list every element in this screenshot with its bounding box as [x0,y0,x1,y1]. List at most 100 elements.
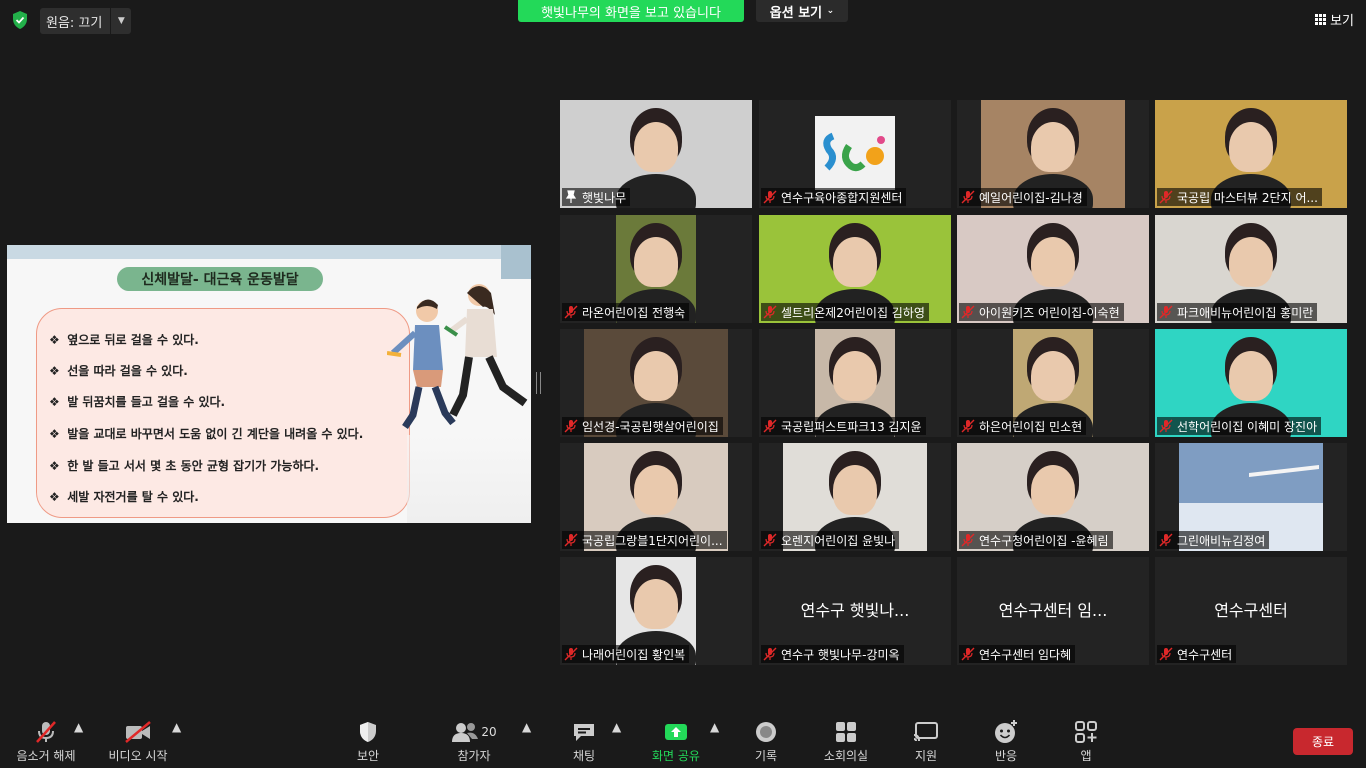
breakout-rooms-button[interactable]: 소회의실 [818,720,874,764]
share-screen-button[interactable]: 화면 공유 [646,720,706,764]
participant-name: 셀트리온제2어린이집 김하영 [781,305,925,320]
microphone-muted-icon [1159,647,1173,661]
apps-label: 앱 [1080,749,1092,763]
participant-name: 연수구청어린이집 -윤혜림 [979,533,1109,548]
microphone-muted-icon [1159,533,1173,547]
participant-name-tag: 연수구센터 임다혜 [959,645,1076,663]
participants-icon [452,723,479,742]
participants-options-caret[interactable]: ▲ [522,720,531,734]
start-video-button[interactable]: 비디오 시작 [104,720,172,764]
participant-name: 햇빛나무 [582,190,627,205]
security-button[interactable]: 보안 [344,720,392,764]
participant-name: 연수구센터 임다혜 [979,647,1072,662]
slide-bullet: ❖ 발 뒤꿈치를 들고 걸을 수 있다. [49,395,226,409]
microphone-muted-icon [961,419,975,433]
security-shield-icon[interactable] [10,10,30,30]
participant-name-tag: 오렌지어린이집 윤빛나 [761,531,900,549]
microphone-muted-icon [564,419,578,433]
participant-name-tag: 임선경-국공립햇살어린이집 [562,417,723,435]
resize-handle[interactable] [536,372,541,394]
participant-name-tag: 연수구 햇빛나무-강미옥 [761,645,904,663]
participant-tile[interactable]: 국공립그랑블1단지어린이... [560,443,752,551]
participants-button[interactable]: 20 참가자 [446,720,502,764]
share-screen-label: 화면 공유 [652,749,700,763]
chat-button[interactable]: 채팅 [562,720,606,764]
unmute-button[interactable]: 음소거 해제 [10,720,82,764]
participant-tile[interactable]: 선학어린이집 이혜미 장진아 [1155,329,1347,437]
participant-tile[interactable]: 라온어린이집 전행숙 [560,215,752,323]
microphone-muted-icon [961,647,975,661]
chevron-down-icon[interactable]: ▼ [111,16,131,26]
participant-tile[interactable]: 파크애비뉴어린이집 홍미란 [1155,215,1347,323]
video-options-caret[interactable]: ▲ [172,720,181,734]
support-button[interactable]: 지원 [904,720,948,764]
participant-name-tag: 연수구센터 [1157,645,1237,663]
participant-name: 그린애비뉴김정여 [1177,533,1266,548]
participant-tile[interactable]: 국공립 마스터뷰 2단지 어... [1155,100,1347,208]
participant-name-tag: 연수구청어린이집 -윤혜림 [959,531,1113,549]
original-sound-label[interactable]: 원음: 끄기 [40,12,110,31]
microphone-muted-icon [564,305,578,319]
participant-tile[interactable]: 임선경-국공립햇살어린이집 [560,329,752,437]
participant-name-tag: 국공립퍼스트파크13 김지윤 [761,417,926,435]
chevron-down-icon: ⌄ [826,6,835,16]
end-meeting-button[interactable]: 종료 [1293,728,1353,755]
participant-name: 나래어린이집 황인복 [582,647,686,662]
view-options-button[interactable]: 옵션 보기 ⌄ [756,0,848,22]
microphone-muted-icon [763,647,777,661]
shield-icon [360,722,376,742]
participant-count: 20 [481,725,497,739]
participant-tile[interactable]: 햇빛나무 [560,100,752,208]
smiley-plus-icon [995,720,1017,743]
share-options-caret[interactable]: ▲ [710,720,719,734]
participant-tile[interactable]: 연수구청어린이집 -윤혜림 [957,443,1149,551]
participant-name-tag: 국공립그랑블1단지어린이... [562,531,727,549]
view-button-label: 보기 [1330,14,1354,29]
participant-tile[interactable]: 예일어린이집-김나경 [957,100,1149,208]
reactions-button[interactable]: 반응 [984,720,1028,764]
participant-name-tag: 아이원키즈 어린이집-이숙현 [959,303,1124,321]
screen-share-banner: 햇빛나무의 화면을 보고 있습니다 [518,0,744,22]
organization-logo [823,132,885,172]
participant-name: 임선경-국공립햇살어린이집 [582,419,719,434]
slide-bullet: ❖ 세발 자전거를 탈 수 있다. [49,490,199,504]
participant-tile[interactable]: 국공립퍼스트파크13 김지윤 [759,329,951,437]
participant-tile[interactable]: 나래어린이집 황인복 [560,557,752,665]
unmute-label: 음소거 해제 [16,749,76,763]
participant-name: 연수구 햇빛나무-강미옥 [781,647,900,662]
chat-bubble-icon [574,724,594,741]
participant-tile[interactable]: 셀트리온제2어린이집 김하영 [759,215,951,323]
participant-name: 오렌지어린이집 윤빛나 [781,533,896,548]
slide-bullet: ❖ 옆으로 뒤로 걸을 수 있다. [49,333,199,347]
pin-icon [565,190,577,203]
chat-options-caret[interactable]: ▲ [612,720,621,734]
participant-tile[interactable]: 아이원키즈 어린이집-이숙현 [957,215,1149,323]
microphone-muted-icon [961,533,975,547]
participant-tile[interactable]: 연수구센터 임... 연수구센터 임다혜 [957,557,1149,665]
participant-tile[interactable]: 연수구센터 연수구센터 [1155,557,1347,665]
support-cast-icon [913,722,938,742]
participant-name-tag: 선학어린이집 이혜미 장진아 [1157,417,1322,435]
participant-name: 국공립퍼스트파크13 김지윤 [781,419,922,434]
participant-name-tag: 햇빛나무 [562,188,631,206]
participant-name: 국공립 마스터뷰 2단지 어... [1177,190,1318,205]
record-button[interactable]: 기록 [744,720,788,764]
view-button[interactable]: 보기 [1315,10,1354,29]
slide-bullet: ❖ 발을 교대로 바꾸면서 도움 없이 긴 계단을 내려올 수 있다. [49,427,364,441]
apps-button[interactable]: 앱 [1066,720,1106,764]
apps-icon [1075,721,1097,743]
audio-options-caret[interactable]: ▲ [74,720,83,734]
participant-name-tag: 연수구육아종합지원센터 [761,188,907,206]
participant-tile[interactable]: 하은어린이집 민소현 [957,329,1149,437]
participant-tile[interactable]: 연수구 햇빛나... 연수구 햇빛나무-강미옥 [759,557,951,665]
participant-tile[interactable]: 그린애비뉴김정여 [1155,443,1347,551]
participant-tile[interactable]: 연수구육아종합지원센터 [759,100,951,208]
participant-tile[interactable]: 오렌지어린이집 윤빛나 [759,443,951,551]
original-sound-control[interactable]: 원음: 끄기 ▼ [40,8,132,34]
microphone-muted-icon [763,305,777,319]
microphone-muted-icon [763,190,777,204]
breakout-rooms-icon [836,722,856,742]
slide-title: 신체발달- 대근육 운동발달 [117,267,323,291]
microphone-muted-icon [763,533,777,547]
start-video-label: 비디오 시작 [108,749,168,763]
